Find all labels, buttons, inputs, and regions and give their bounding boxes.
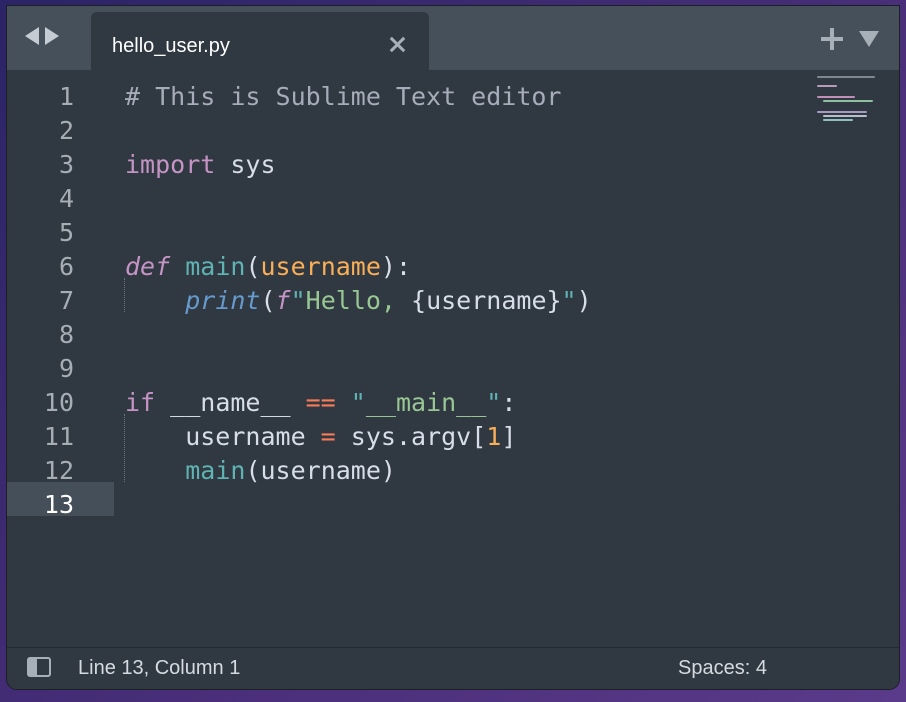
- minimap-line: [823, 119, 853, 121]
- line-number: 2: [58, 116, 74, 145]
- minimap[interactable]: [817, 74, 895, 134]
- code-token: (: [260, 286, 276, 315]
- code-token: ": [350, 388, 366, 417]
- code-line[interactable]: 13: [7, 488, 807, 522]
- code-token: __main__: [365, 388, 487, 417]
- code-text: if __name__ == "__main__":: [125, 386, 516, 420]
- status-bar: Line 13, Column 1 Spaces: 4: [7, 647, 899, 689]
- chevron-right-icon[interactable]: [45, 27, 59, 45]
- editor-window: hello_user.py 1 # This is Sublime Text ed…: [7, 6, 899, 689]
- code-token: print: [185, 286, 261, 315]
- code-line[interactable]: 7 print(f"Hello, {username}"): [7, 284, 807, 318]
- code-token: username: [125, 422, 321, 451]
- plus-icon[interactable]: [821, 28, 843, 50]
- code-token: # This is Sublime Text editor: [125, 82, 562, 111]
- tab-title: hello_user.py: [112, 35, 230, 57]
- code-token: =: [320, 422, 336, 451]
- minimap-line: [817, 111, 867, 113]
- code-token: def: [125, 252, 171, 281]
- code-token: (: [245, 252, 261, 281]
- code-token: main: [185, 456, 246, 485]
- code-token: :: [501, 388, 517, 417]
- code-token: f: [275, 286, 291, 315]
- minimap-line: [817, 76, 875, 78]
- code-token: main: [185, 252, 246, 281]
- code-line[interactable]: 1 # This is Sublime Text editor: [7, 80, 807, 114]
- minimap-line: [823, 100, 873, 102]
- line-number: 11: [43, 422, 74, 451]
- code-token: {username}: [411, 286, 562, 315]
- code-token: 1: [486, 422, 502, 451]
- code-token: ):: [380, 252, 412, 281]
- line-number: 9: [58, 354, 74, 383]
- code-token: ]: [501, 422, 517, 451]
- code-token: __name__: [155, 388, 306, 417]
- code-text: main(username): [125, 454, 396, 488]
- indentation-setting[interactable]: Spaces: 4: [678, 657, 767, 680]
- line-number: 6: [58, 252, 74, 281]
- minimap-line: [817, 96, 855, 98]
- code-line[interactable]: 2: [7, 114, 807, 148]
- code-token: sys.argv[: [335, 422, 487, 451]
- line-number: 12: [43, 456, 74, 485]
- chevron-left-icon[interactable]: [25, 27, 39, 45]
- code-line[interactable]: 3 import sys: [7, 148, 807, 182]
- code-line[interactable]: 4: [7, 182, 807, 216]
- code-token: ): [576, 286, 592, 315]
- code-token: ": [290, 286, 306, 315]
- code-token: sys: [215, 150, 276, 179]
- code-text: print(f"Hello, {username}"): [125, 284, 592, 318]
- line-number: 3: [58, 150, 74, 179]
- code-line[interactable]: 10 if __name__ == "__main__":: [7, 386, 807, 420]
- code-text: username = sys.argv[1]: [125, 420, 516, 454]
- code-token: (username): [245, 456, 396, 485]
- code-line[interactable]: 9: [7, 352, 807, 386]
- cursor-position[interactable]: Line 13, Column 1: [78, 657, 240, 680]
- close-icon[interactable]: [387, 34, 407, 54]
- tab-bar: hello_user.py: [7, 6, 899, 70]
- code-text: # This is Sublime Text editor: [125, 80, 562, 114]
- code-line[interactable]: 6 def main(username):: [7, 250, 807, 284]
- code-token: import: [125, 150, 216, 179]
- code-text: import sys: [125, 148, 276, 182]
- code-line[interactable]: 12 main(username): [7, 454, 807, 488]
- code-line[interactable]: 8: [7, 318, 807, 352]
- tab-navigation: [25, 27, 59, 45]
- code-line[interactable]: 5: [7, 216, 807, 250]
- code-editor[interactable]: 1 # This is Sublime Text editor 2 3 import s…: [7, 70, 899, 647]
- line-number: 5: [58, 218, 74, 247]
- tab-hello-user[interactable]: hello_user.py: [91, 12, 429, 70]
- code-token: ": [561, 286, 577, 315]
- sidebar-toggle-icon[interactable]: [27, 657, 51, 677]
- line-number: 7: [58, 286, 74, 315]
- line-number: 10: [43, 388, 74, 417]
- minimap-line: [823, 115, 867, 117]
- code-token: if: [125, 388, 156, 417]
- triangle-down-icon[interactable]: [859, 31, 879, 47]
- minimap-line: [817, 85, 837, 87]
- line-number: 13: [43, 490, 74, 519]
- code-token: ==: [305, 388, 336, 417]
- line-number: 4: [58, 184, 74, 213]
- code-token: ": [486, 388, 502, 417]
- code-text: def main(username):: [125, 250, 411, 284]
- line-number: 1: [58, 82, 74, 111]
- line-number: 8: [58, 320, 74, 349]
- code-line[interactable]: 11 username = sys.argv[1]: [7, 420, 807, 454]
- code-token: username: [260, 252, 381, 281]
- code-token: Hello,: [305, 286, 412, 315]
